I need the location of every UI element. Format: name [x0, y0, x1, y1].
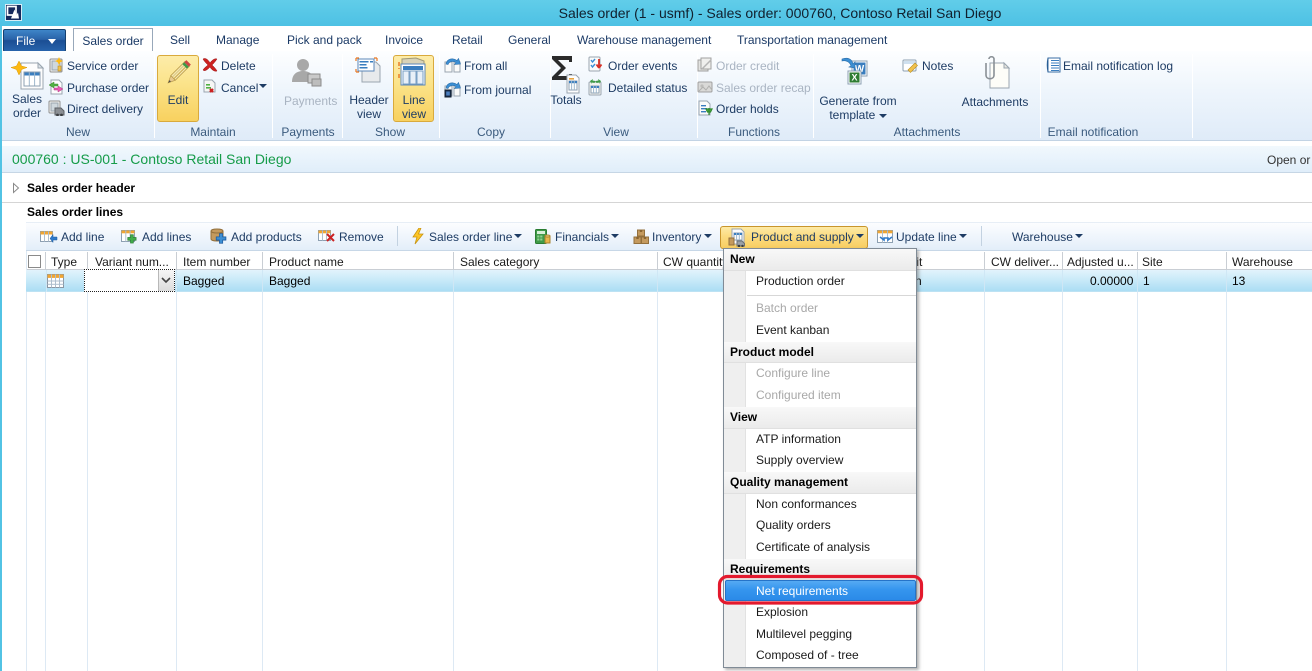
svg-text:X: X: [851, 73, 857, 83]
